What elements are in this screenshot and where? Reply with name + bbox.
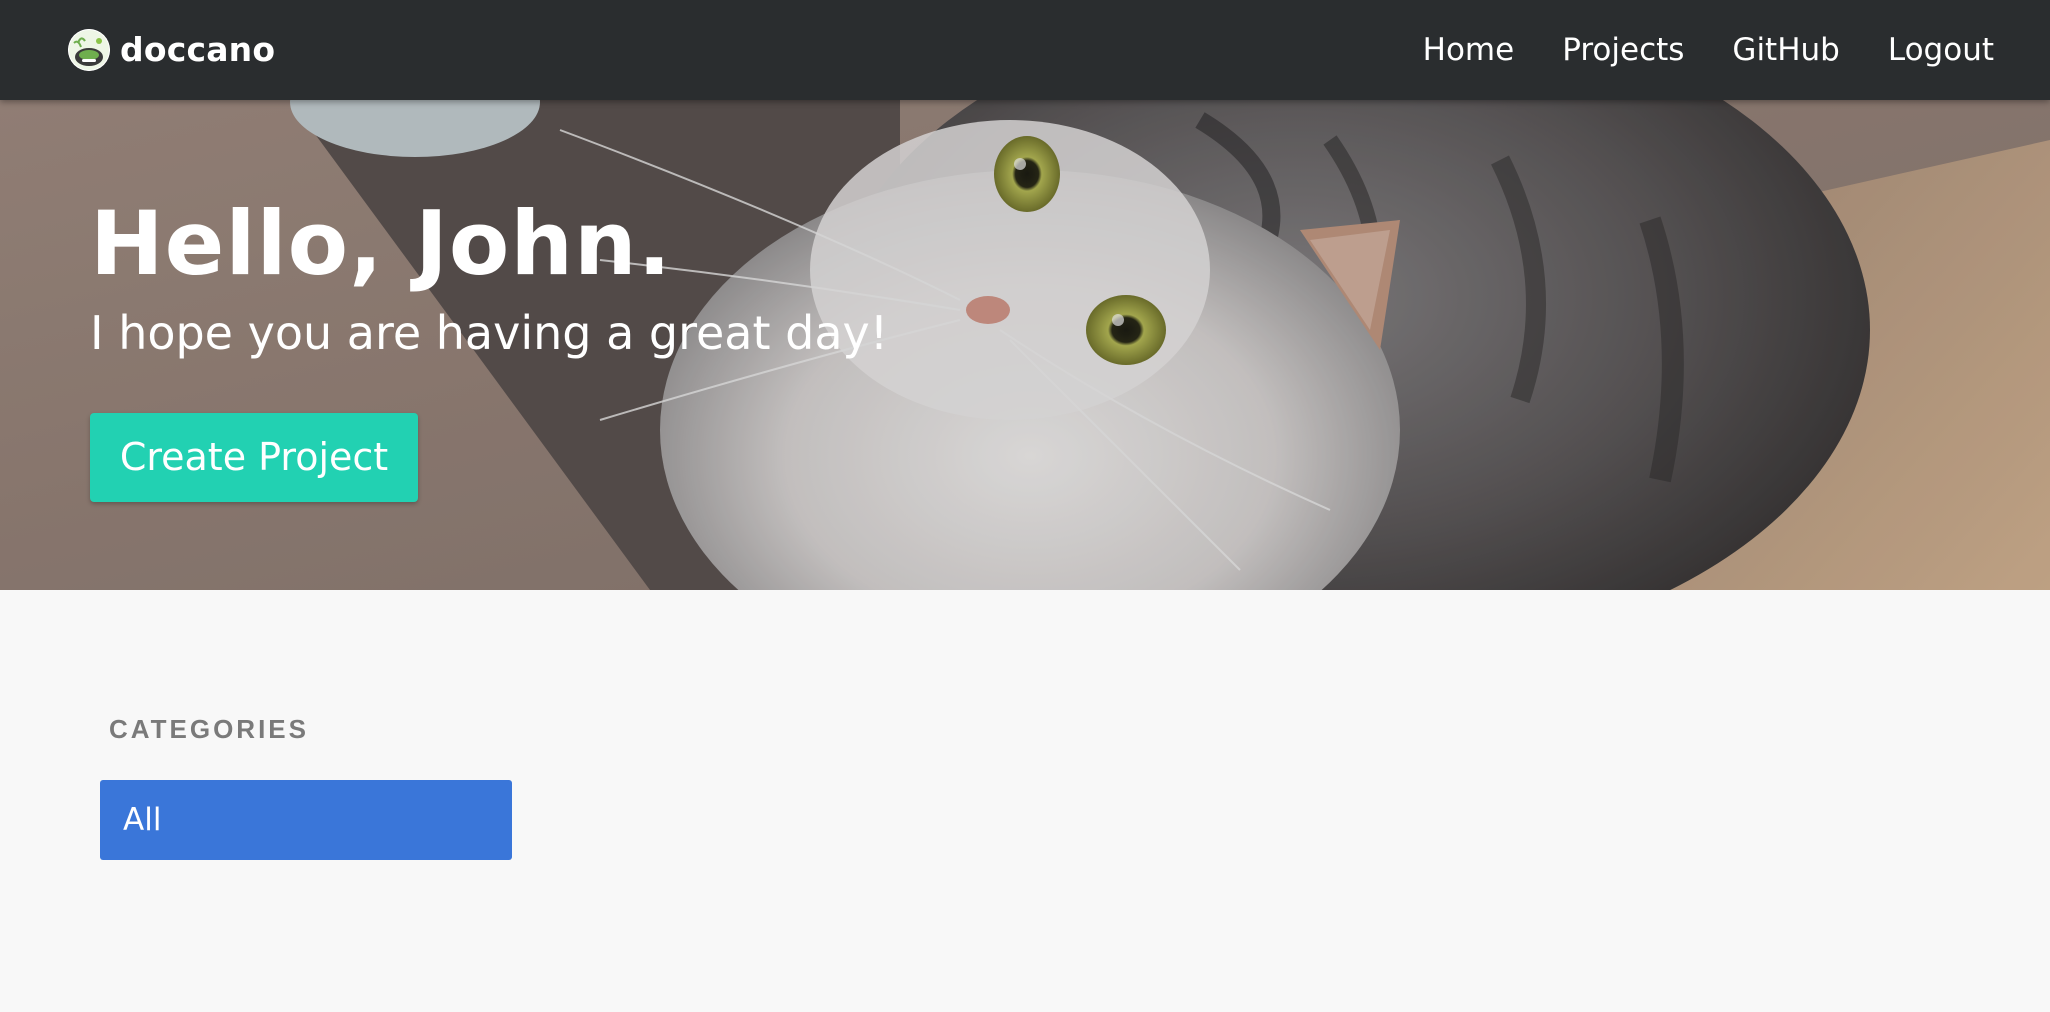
hero-greeting-title: Hello, John. (90, 192, 673, 295)
brand-link[interactable]: doccano (68, 28, 275, 72)
doccano-logo-icon (68, 29, 110, 71)
nav-logout-link[interactable]: Logout (1888, 22, 1994, 78)
category-item-all[interactable]: All (100, 780, 512, 860)
nav-home-link[interactable]: Home (1423, 22, 1515, 78)
category-list: All (100, 780, 512, 860)
nav-projects-link[interactable]: Projects (1562, 22, 1684, 78)
categories-heading: CATEGORIES (109, 714, 309, 744)
hero-banner: Hello, John. I hope you are having a gre… (0, 100, 2050, 590)
brand-name: doccano (120, 30, 276, 69)
create-project-button[interactable]: Create Project (90, 413, 418, 502)
nav-links: Home Projects GitHub Logout (1423, 22, 1994, 78)
top-navbar: doccano Home Projects GitHub Logout (0, 0, 2050, 100)
nav-github-link[interactable]: GitHub (1732, 22, 1839, 78)
hero-subtitle: I hope you are having a great day! (90, 306, 889, 360)
